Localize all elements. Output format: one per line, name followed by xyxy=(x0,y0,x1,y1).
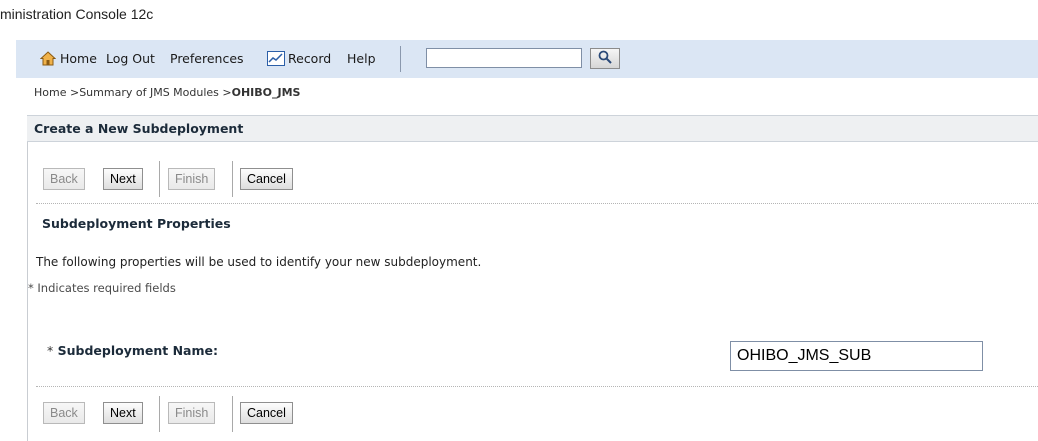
subdeployment-name-field[interactable] xyxy=(730,341,983,371)
finish-button-bottom[interactable]: Finish xyxy=(168,402,216,424)
record-icon[interactable] xyxy=(267,51,285,70)
home-link[interactable]: Home xyxy=(60,40,97,78)
global-toolbar: Home Log Out Preferences Record Help xyxy=(16,40,1038,78)
cancel-button-bottom[interactable]: Cancel xyxy=(240,402,293,424)
back-button[interactable]: Back xyxy=(43,168,85,190)
record-link[interactable]: Record xyxy=(288,40,331,78)
breadcrumb-summary[interactable]: Summary of JMS Modules xyxy=(79,86,219,99)
search-button[interactable] xyxy=(590,48,620,69)
button-divider xyxy=(232,161,233,197)
breadcrumb: Home >Summary of JMS Modules >OHIBO_JMS xyxy=(34,79,300,107)
button-divider xyxy=(159,396,160,432)
next-button[interactable]: Next xyxy=(103,168,143,190)
button-divider xyxy=(159,161,160,197)
preferences-link[interactable]: Preferences xyxy=(170,40,244,78)
toolbar-divider xyxy=(400,46,401,72)
next-button-bottom[interactable]: Next xyxy=(103,402,143,424)
logout-link[interactable]: Log Out xyxy=(106,40,155,78)
cancel-button[interactable]: Cancel xyxy=(240,168,293,190)
app-title: ministration Console 12c xyxy=(0,6,154,22)
properties-description: The following properties will be used to… xyxy=(36,255,482,269)
divider xyxy=(36,203,1038,204)
breadcrumb-current: OHIBO_JMS xyxy=(231,86,301,99)
subdeployment-name-label: * Subdeployment Name: xyxy=(47,343,218,358)
search-icon xyxy=(598,50,612,67)
required-fields-note: * Indicates required fields xyxy=(28,281,176,295)
properties-heading: Subdeployment Properties xyxy=(42,216,231,231)
breadcrumb-home[interactable]: Home xyxy=(34,86,66,99)
section-title: Create a New Subdeployment xyxy=(27,115,1038,142)
required-marker: * xyxy=(47,343,54,358)
search-input[interactable] xyxy=(426,48,582,68)
breadcrumb-separator: > xyxy=(222,86,232,99)
button-divider xyxy=(232,396,233,432)
help-link[interactable]: Help xyxy=(347,40,376,78)
breadcrumb-separator: > xyxy=(69,86,80,99)
subdeployment-name-label-text: Subdeployment Name: xyxy=(57,343,218,358)
divider xyxy=(36,386,1038,387)
back-button-bottom[interactable]: Back xyxy=(43,402,85,424)
finish-button[interactable]: Finish xyxy=(168,168,216,190)
home-icon[interactable] xyxy=(39,51,57,70)
